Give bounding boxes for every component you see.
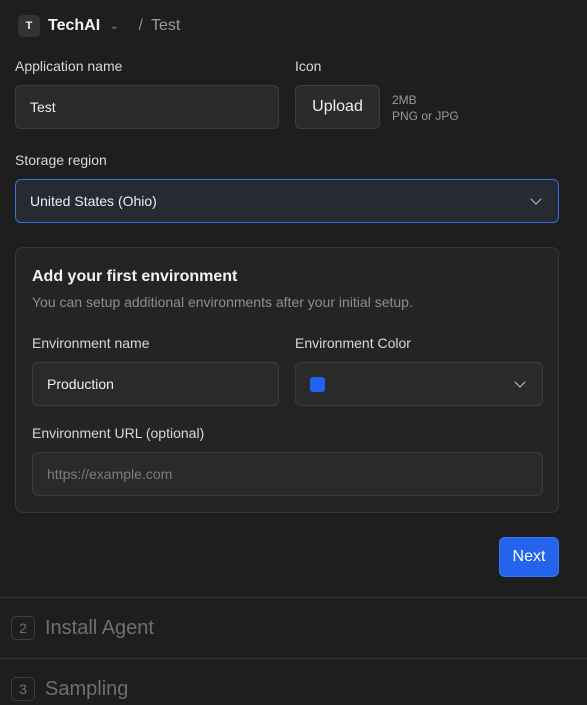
application-name-label: Application name (15, 58, 123, 74)
divider (0, 658, 587, 659)
next-button[interactable]: Next (499, 537, 559, 577)
environment-color-select[interactable] (295, 362, 543, 406)
environment-name-label: Environment name (32, 335, 150, 351)
upload-icon-button[interactable]: Upload (295, 85, 380, 129)
step-number: 3 (11, 677, 35, 701)
environment-name-input[interactable] (32, 362, 279, 406)
application-name-input[interactable] (15, 85, 279, 129)
step-label: Sampling (45, 677, 129, 700)
chevron-down-icon (514, 376, 526, 388)
org-avatar: T (18, 15, 40, 37)
chevron-down-icon (530, 193, 542, 205)
environment-color-label: Environment Color (295, 335, 411, 351)
environment-card-title: Add your first environment (32, 268, 238, 285)
storage-region-value: United States (Ohio) (30, 193, 157, 209)
chevron-down-icon: ⌄ (110, 20, 119, 32)
org-name: TechAI (48, 17, 101, 34)
breadcrumb-separator: / (138, 17, 143, 34)
icon-label: Icon (295, 58, 322, 74)
step-sampling[interactable]: 3 Sampling (11, 676, 128, 702)
step-label: Install Agent (45, 616, 154, 639)
storage-region-label: Storage region (15, 152, 107, 168)
environment-url-input[interactable] (32, 452, 543, 496)
step-install-agent[interactable]: 2 Install Agent (11, 615, 154, 641)
environment-card-subtitle: You can setup additional environments af… (32, 294, 413, 310)
breadcrumb: T TechAI ⌄ / Test (12, 10, 180, 42)
org-switcher[interactable]: T TechAI ⌄ (12, 11, 125, 41)
upload-hint: 2MB PNG or JPG (392, 92, 459, 124)
step-number: 2 (11, 616, 35, 640)
upload-size-hint: 2MB (392, 93, 417, 107)
breadcrumb-current-page[interactable]: Test (151, 17, 180, 35)
environment-url-label: Environment URL (optional) (32, 425, 205, 441)
upload-type-hint: PNG or JPG (392, 109, 459, 123)
color-swatch (310, 376, 325, 392)
divider (0, 597, 587, 598)
storage-region-select[interactable]: United States (Ohio) (15, 179, 559, 223)
environment-card: Add your first environment You can setup… (15, 247, 559, 513)
